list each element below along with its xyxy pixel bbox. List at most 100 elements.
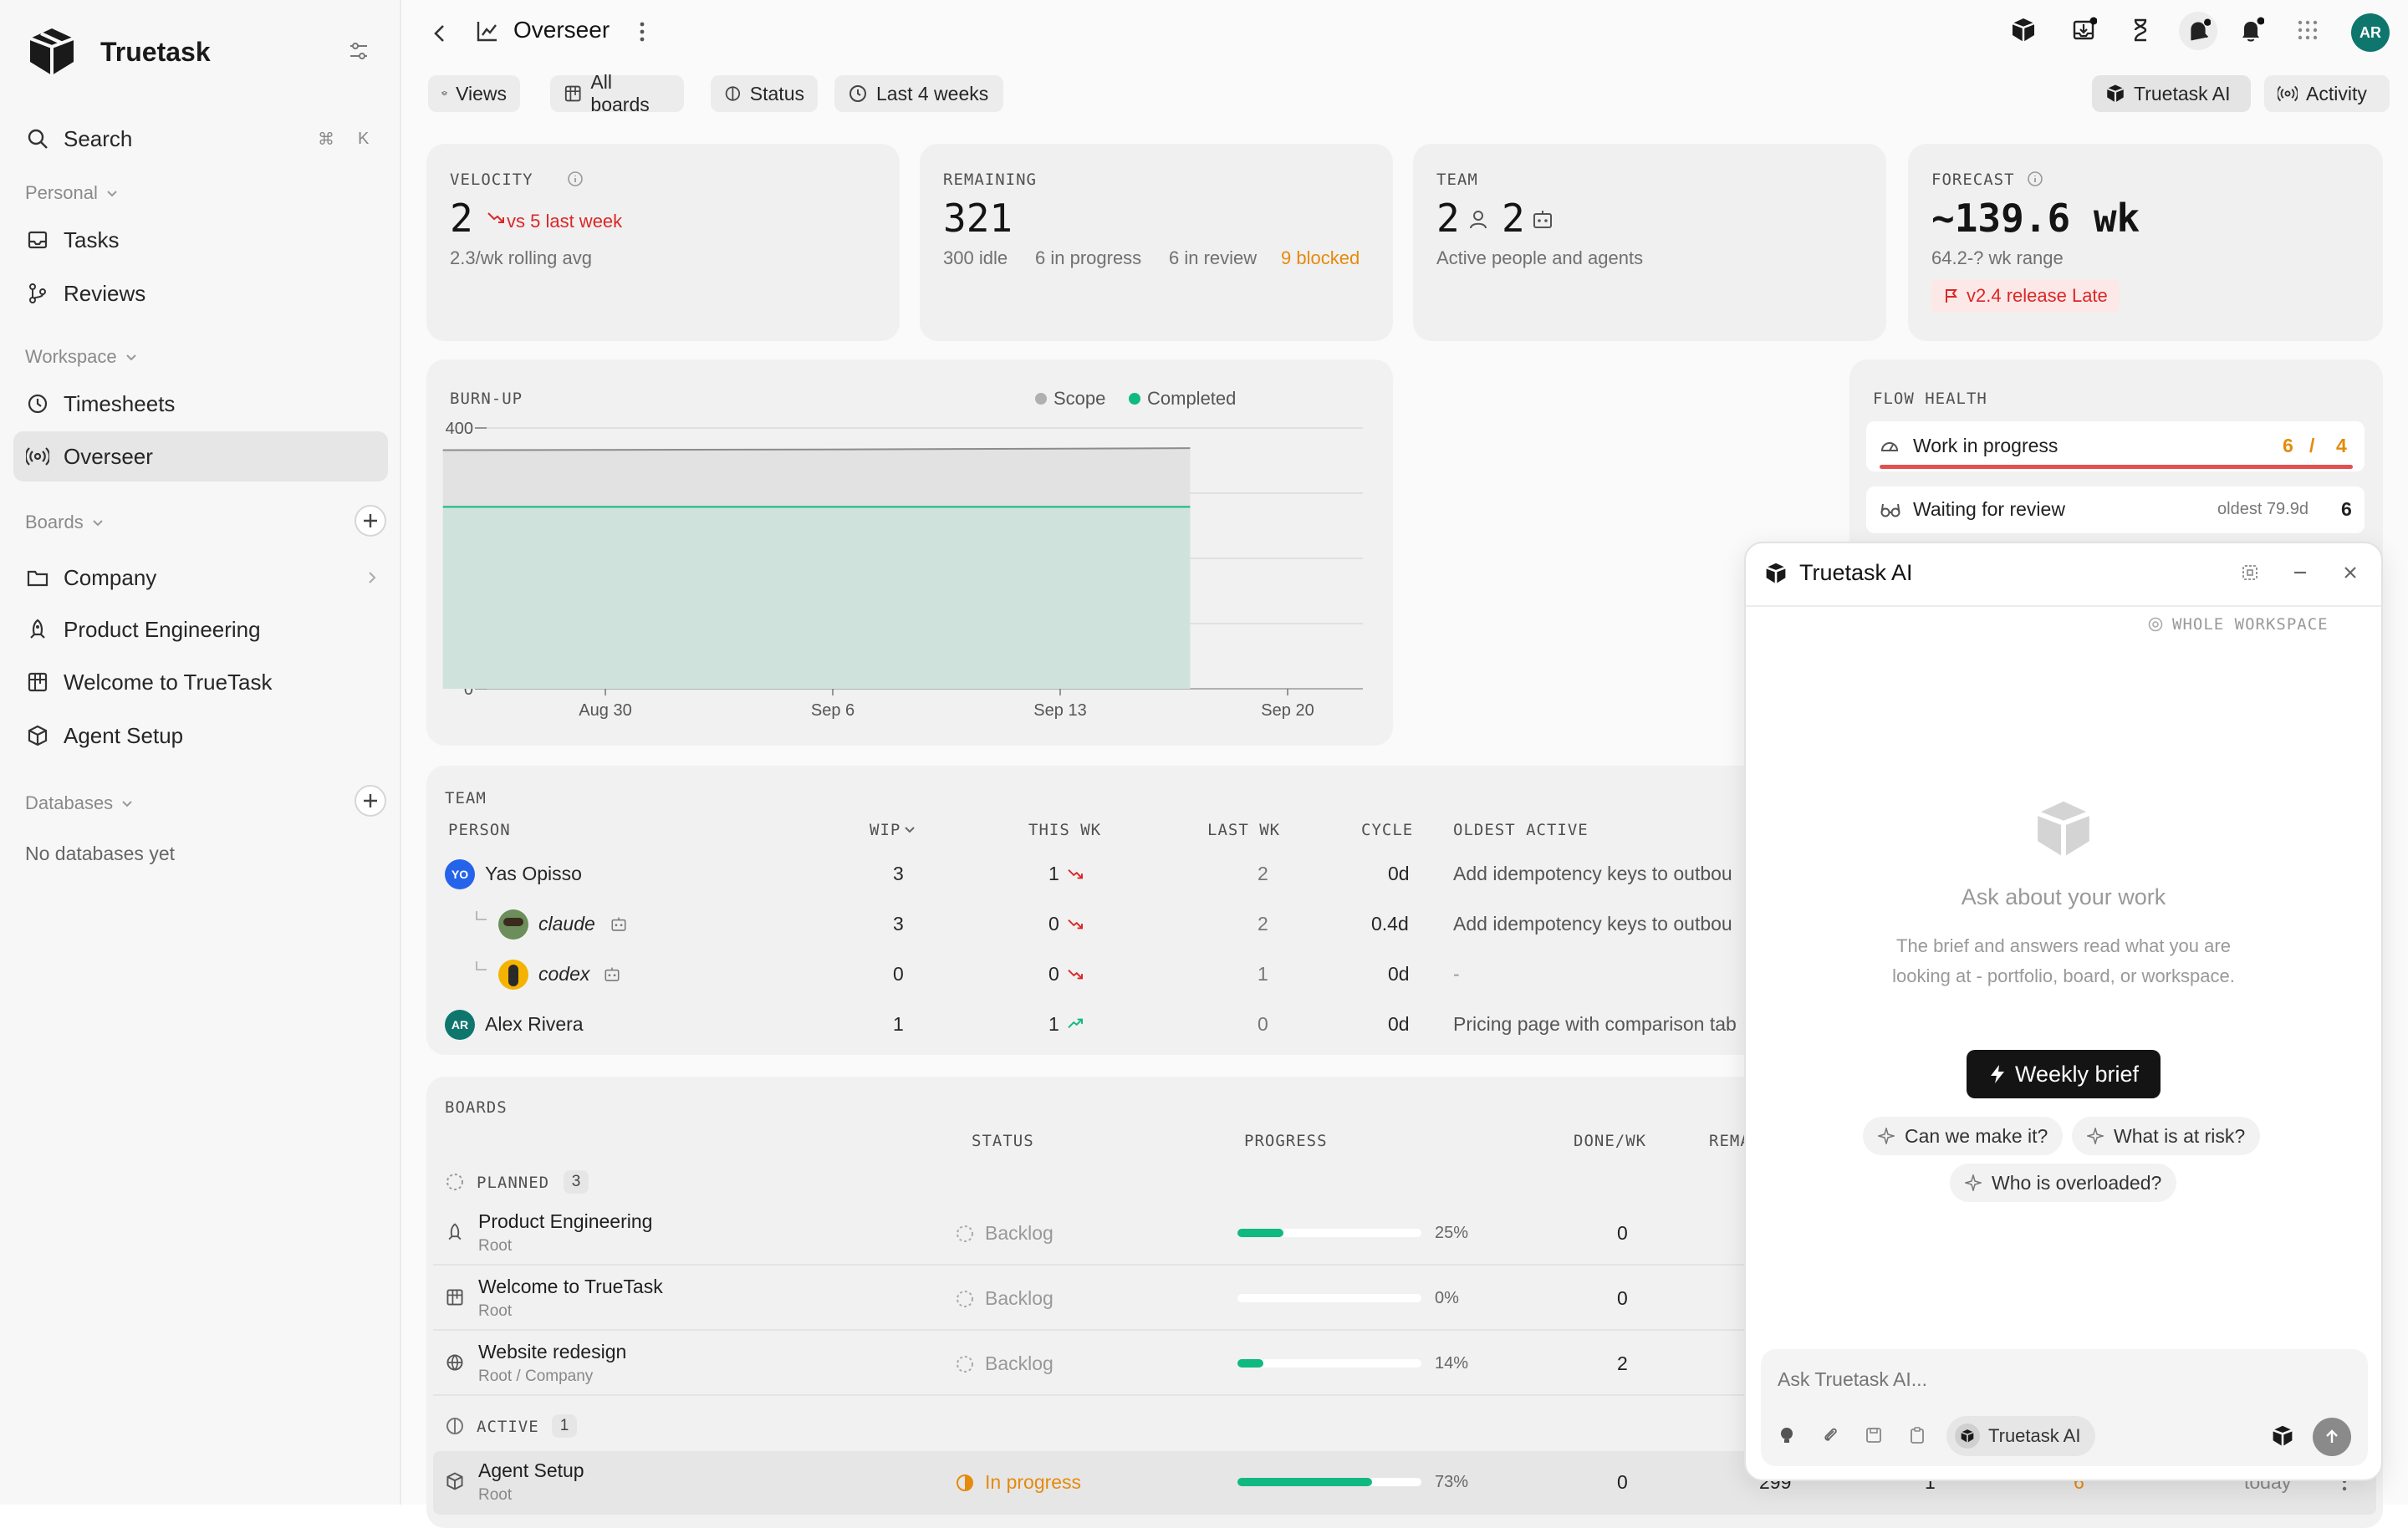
review-count: 6 xyxy=(2341,498,2352,520)
back-button[interactable] xyxy=(426,20,453,47)
status-filter-button[interactable]: Status xyxy=(711,75,818,112)
sidebar-item-product-engineering[interactable]: Product Engineering xyxy=(13,604,388,654)
ai-panel: Truetask AI WHOLE WORKSPACE Ask about yo… xyxy=(1744,542,2383,1481)
expand-icon[interactable] xyxy=(2241,563,2259,582)
sidebar-item-overseer[interactable]: Overseer xyxy=(13,431,388,481)
ai-prompt-input[interactable] xyxy=(1778,1362,2346,1396)
info-icon[interactable] xyxy=(567,171,584,187)
board-icon xyxy=(445,1287,465,1307)
truetask-logo-icon[interactable] xyxy=(2271,1424,2294,1448)
person-name[interactable]: Yas Opisso xyxy=(485,863,582,885)
planned-group-label[interactable]: PLANNED xyxy=(477,1174,549,1192)
truetask-logo-icon[interactable] xyxy=(2010,17,2037,43)
user-avatar[interactable]: AR xyxy=(2351,13,2390,52)
hourglass-icon[interactable] xyxy=(2127,17,2154,43)
progress-pct: 25% xyxy=(1435,1224,1469,1242)
release-late-text: v2.4 release Late xyxy=(1967,285,2108,306)
close-icon[interactable] xyxy=(2341,563,2360,582)
sidebar-settings-icon[interactable] xyxy=(346,38,371,64)
databases-section-header[interactable]: Databases xyxy=(25,792,135,814)
views-button[interactable]: Views xyxy=(428,75,520,112)
suggestion-can-we-make-it[interactable]: Can we make it? xyxy=(1863,1117,2064,1155)
chevron-down-icon xyxy=(90,515,105,530)
forecast-sub: 64.2-? wk range xyxy=(1931,247,2064,268)
chevron-down-icon xyxy=(124,349,139,364)
inbox-download-icon[interactable] xyxy=(2070,17,2097,43)
oldest-active-cell[interactable]: Add idempotency keys to outbou xyxy=(1453,913,1732,935)
suggestion-who-is-overloaded[interactable]: Who is overloaded? xyxy=(1950,1164,2177,1202)
minimize-icon[interactable] xyxy=(2291,563,2309,582)
progress-pct: 0% xyxy=(1435,1289,1459,1307)
model-logo-icon xyxy=(1955,1424,1980,1449)
sparkle-icon xyxy=(1878,1128,1895,1144)
add-board-button[interactable] xyxy=(355,505,386,537)
x-tick-label: Sep 20 xyxy=(1261,701,1314,720)
sidebar-item-tasks[interactable]: Tasks xyxy=(13,215,388,265)
suggestion-what-is-at-risk[interactable]: What is at risk? xyxy=(2072,1117,2261,1155)
oldest-active-cell[interactable]: Add idempotency keys to outbou xyxy=(1453,863,1732,885)
add-database-button[interactable] xyxy=(355,785,386,817)
col-wip[interactable]: WIP xyxy=(870,821,900,839)
bell-icon[interactable] xyxy=(2237,17,2264,43)
scope-selector[interactable]: WHOLE WORKSPACE xyxy=(2147,615,2329,634)
chevron-left-icon xyxy=(434,25,444,42)
ai-empty-logo xyxy=(2032,797,2095,861)
attachment-icon[interactable] xyxy=(1821,1426,1839,1444)
weekly-brief-button[interactable]: Weekly brief xyxy=(1967,1050,2161,1098)
more-menu-icon[interactable] xyxy=(637,18,647,45)
status-icon xyxy=(725,86,741,101)
all-boards-button[interactable]: All boards xyxy=(550,71,684,115)
workspace-section-header[interactable]: Workspace xyxy=(25,346,139,368)
broadcast-icon xyxy=(2278,85,2298,102)
bot-icon xyxy=(610,916,627,933)
sidebar-item-reviews[interactable]: Reviews xyxy=(13,268,388,318)
remaining-blocked[interactable]: 9 blocked xyxy=(1281,247,1360,269)
info-icon[interactable] xyxy=(2027,171,2043,187)
clipboard-icon[interactable] xyxy=(1908,1426,1926,1444)
scope-label: WHOLE WORKSPACE xyxy=(2172,615,2329,634)
sidebar-item-company[interactable]: Company xyxy=(13,553,388,603)
review-oldest: oldest 79.9d xyxy=(2217,500,2309,518)
review-row[interactable]: Waiting for review oldest 79.9d 6 xyxy=(1866,486,2365,533)
search-icon xyxy=(25,126,50,151)
wip-value: 6 xyxy=(2283,435,2293,456)
agent-name[interactable]: claude xyxy=(538,913,595,935)
chevron-right-icon[interactable] xyxy=(365,570,380,585)
agent-name[interactable]: codex xyxy=(538,963,589,986)
cycle-cell: 0d xyxy=(1388,1013,1410,1035)
activity-button[interactable]: Activity xyxy=(2264,75,2390,112)
subrow-connector-icon xyxy=(473,909,490,926)
burnup-chart: 0100200300400Aug 30Sep 6Sep 13Sep 20 xyxy=(442,420,1363,720)
sidebar-item-agent-setup[interactable]: Agent Setup xyxy=(13,711,388,761)
active-group-label[interactable]: ACTIVE xyxy=(477,1418,539,1436)
release-late-badge[interactable]: v2.4 release Late xyxy=(1931,279,2120,313)
board-icon xyxy=(564,85,581,102)
person-name[interactable]: Alex Rivera xyxy=(485,1013,584,1036)
sidebar-search[interactable]: Search ⌘ K xyxy=(13,114,388,164)
ai-composer: Truetask AI xyxy=(1761,1349,2368,1466)
velocity-sub: 2.3/wk rolling avg xyxy=(450,247,592,268)
app-grid-icon[interactable] xyxy=(2296,18,2319,42)
model-selector[interactable]: Truetask AI xyxy=(1946,1416,2096,1456)
bot-icon xyxy=(1532,209,1553,231)
trend-down-icon xyxy=(1067,918,1084,931)
boards-section-header[interactable]: Boards xyxy=(25,512,105,533)
wip-row[interactable]: Work in progress 6 / 4 xyxy=(1866,421,2365,471)
sidebar-item-welcome[interactable]: Welcome to TrueTask xyxy=(13,657,388,707)
date-range-button[interactable]: Last 4 weeks xyxy=(834,75,1003,112)
agent-hand-icon[interactable] xyxy=(2179,12,2217,50)
folder-icon xyxy=(25,565,50,590)
activity-label: Activity xyxy=(2306,82,2367,104)
boards-table-label: BOARDS xyxy=(445,1098,508,1117)
send-button[interactable] xyxy=(2313,1418,2351,1456)
sort-chevron-icon[interactable] xyxy=(903,823,916,836)
truetask-ai-label: Truetask AI xyxy=(2134,82,2231,104)
oldest-active-cell[interactable]: Pricing page with comparison tab xyxy=(1453,1013,1737,1036)
sidebar-item-timesheets[interactable]: Timesheets xyxy=(13,379,388,429)
lightbulb-icon[interactable] xyxy=(1778,1426,1796,1444)
brand-logo[interactable] xyxy=(25,25,79,79)
save-icon[interactable] xyxy=(1865,1426,1883,1444)
personal-section-header[interactable]: Personal xyxy=(25,182,120,204)
truetask-ai-button[interactable]: Truetask AI xyxy=(2092,75,2251,112)
trend-down-icon xyxy=(1067,868,1084,881)
